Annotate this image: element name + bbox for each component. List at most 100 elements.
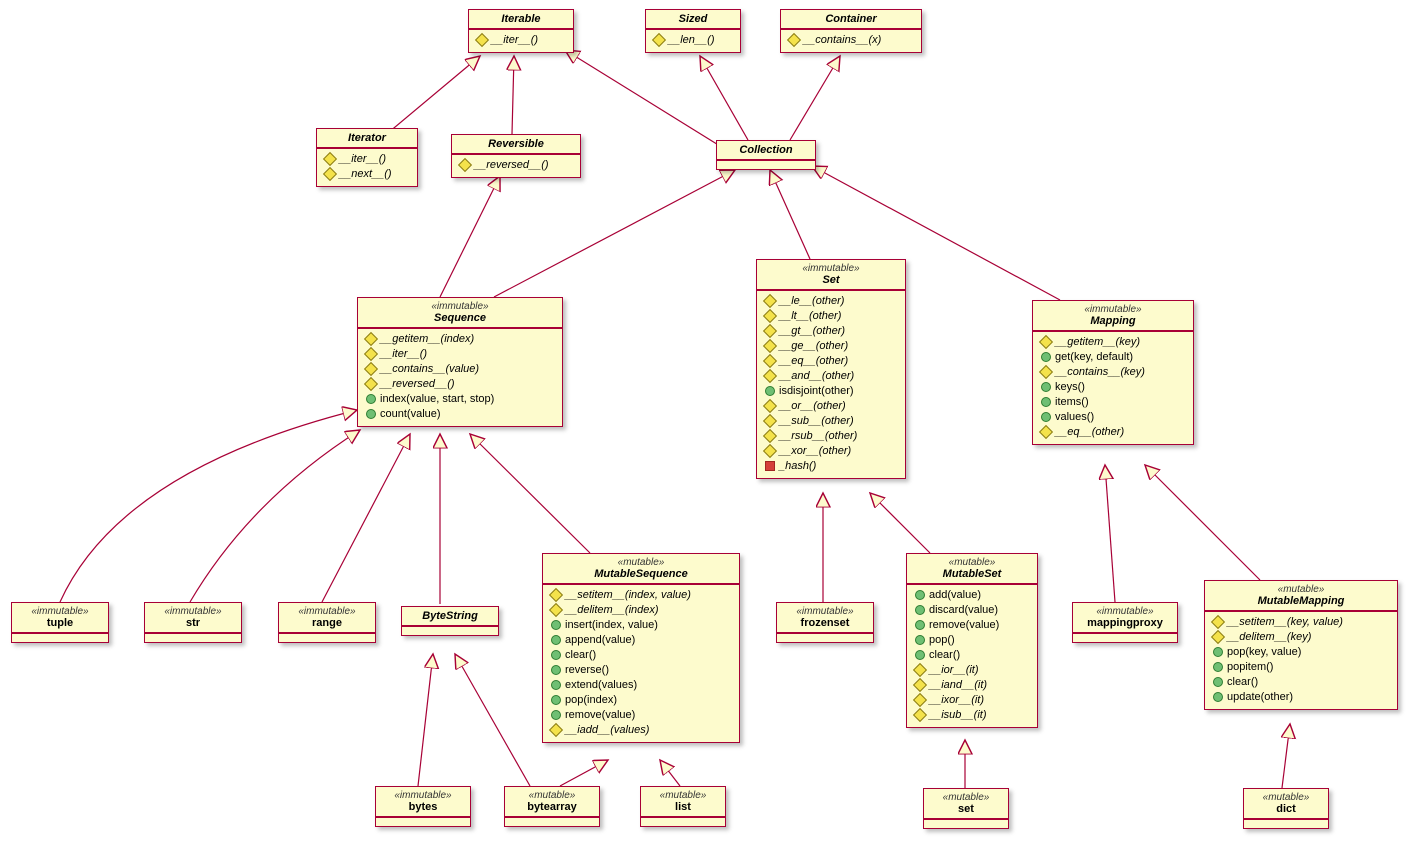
method-row: __iand__(it) <box>915 678 1029 693</box>
class-set: «immutable» Set __le__(other)__lt__(othe… <box>756 259 906 479</box>
class-mutablemapping: «mutable»MutableMapping __setitem__(key,… <box>1204 580 1398 710</box>
method-row: __rsub__(other) <box>765 429 897 444</box>
class-stereotype: «immutable» <box>765 263 897 274</box>
method-row: pop() <box>915 633 1029 648</box>
abstract-icon <box>913 708 927 722</box>
abstract-icon <box>763 399 777 413</box>
class-iterator: Iterator __iter__()__next__() <box>316 128 418 187</box>
method-row: remove(value) <box>551 708 731 723</box>
concrete-icon <box>551 635 561 645</box>
class-mutableset: «mutable»MutableSet add(value)discard(va… <box>906 553 1038 728</box>
method-row: keys() <box>1041 380 1185 395</box>
abstract-icon <box>323 167 337 181</box>
concrete-icon <box>1213 647 1223 657</box>
method-row: index(value, start, stop) <box>366 392 554 407</box>
method-row: __setitem__(index, value) <box>551 588 731 603</box>
abstract-icon <box>475 33 489 47</box>
concrete-icon <box>915 620 925 630</box>
abstract-icon <box>364 362 378 376</box>
abstract-icon <box>549 723 563 737</box>
method-row: _hash() <box>765 459 897 474</box>
concrete-icon <box>1041 412 1051 422</box>
method-row: __iter__() <box>325 152 409 167</box>
method-row: __len__() <box>654 33 732 48</box>
method-row: __iadd__(values) <box>551 723 731 738</box>
abstract-icon <box>364 377 378 391</box>
class-collection: Collection <box>716 140 816 170</box>
method-row: isdisjoint(other) <box>765 384 897 399</box>
method-row: __ge__(other) <box>765 339 897 354</box>
class-mutablesequence: «mutable»MutableSequence __setitem__(ind… <box>542 553 740 743</box>
method-row: __delitem__(key) <box>1213 630 1389 645</box>
abstract-icon <box>1211 615 1225 629</box>
method-row: remove(value) <box>915 618 1029 633</box>
method-row: __eq__(other) <box>765 354 897 369</box>
method-row: clear() <box>915 648 1029 663</box>
abstract-icon <box>763 444 777 458</box>
method-row: __contains__(x) <box>789 33 913 48</box>
method-row: __or__(other) <box>765 399 897 414</box>
class-reversible: Reversible __reversed__() <box>451 134 581 178</box>
method-row: __gt__(other) <box>765 324 897 339</box>
abstract-icon <box>913 693 927 707</box>
method-row: discard(value) <box>915 603 1029 618</box>
class-name: Sized <box>654 13 732 25</box>
abstract-icon <box>763 354 777 368</box>
abstract-icon <box>913 678 927 692</box>
abstract-icon <box>364 332 378 346</box>
class-mappingproxy: «immutable»mappingproxy <box>1072 602 1178 643</box>
method-row: __isub__(it) <box>915 708 1029 723</box>
method-row: __ior__(it) <box>915 663 1029 678</box>
abstract-icon <box>549 588 563 602</box>
concrete-icon <box>551 695 561 705</box>
class-name: Reversible <box>460 138 572 150</box>
method-row: append(value) <box>551 633 731 648</box>
abstract-icon <box>763 429 777 443</box>
class-name: Iterable <box>477 13 565 25</box>
concrete-icon <box>1041 352 1051 362</box>
method-row: __contains__(key) <box>1041 365 1185 380</box>
class-dict: «mutable»dict <box>1243 788 1329 829</box>
method-row: popitem() <box>1213 660 1389 675</box>
class-stereotype: «immutable» <box>366 301 554 312</box>
abstract-icon <box>1211 630 1225 644</box>
abstract-icon <box>787 33 801 47</box>
class-iterable: Iterable __iter__() <box>468 9 574 53</box>
abstract-icon <box>549 603 563 617</box>
method-row: clear() <box>551 648 731 663</box>
class-str: «immutable»str <box>144 602 242 643</box>
concrete-icon <box>1041 397 1051 407</box>
class-bytearray: «mutable»bytearray <box>504 786 600 827</box>
method-row: __and__(other) <box>765 369 897 384</box>
abstract-icon <box>763 369 777 383</box>
method-row: __xor__(other) <box>765 444 897 459</box>
class-tuple: «immutable»tuple <box>11 602 109 643</box>
abstract-icon <box>323 152 337 166</box>
concrete-icon <box>915 650 925 660</box>
method-row: __sub__(other) <box>765 414 897 429</box>
class-set-concrete: «mutable»set <box>923 788 1009 829</box>
method-row: __contains__(value) <box>366 362 554 377</box>
class-sequence: «immutable» Sequence __getitem__(index)_… <box>357 297 563 427</box>
class-name: Mapping <box>1041 315 1185 327</box>
concrete-icon <box>1041 382 1051 392</box>
class-name: Container <box>789 13 913 25</box>
private-icon <box>765 461 775 471</box>
method-row: __delitem__(index) <box>551 603 731 618</box>
abstract-icon <box>652 33 666 47</box>
concrete-icon <box>551 710 561 720</box>
concrete-icon <box>551 620 561 630</box>
method-row: __le__(other) <box>765 294 897 309</box>
method-row: __lt__(other) <box>765 309 897 324</box>
method-row: insert(index, value) <box>551 618 731 633</box>
abstract-icon <box>364 347 378 361</box>
abstract-icon <box>763 309 777 323</box>
method-row: __getitem__(key) <box>1041 335 1185 350</box>
concrete-icon <box>366 409 376 419</box>
abstract-icon <box>763 414 777 428</box>
method-row: __next__() <box>325 167 409 182</box>
class-name: Collection <box>725 144 807 156</box>
class-stereotype: «immutable» <box>1041 304 1185 315</box>
class-bytes: «immutable»bytes <box>375 786 471 827</box>
class-mapping: «immutable» Mapping __getitem__(key)get(… <box>1032 300 1194 445</box>
